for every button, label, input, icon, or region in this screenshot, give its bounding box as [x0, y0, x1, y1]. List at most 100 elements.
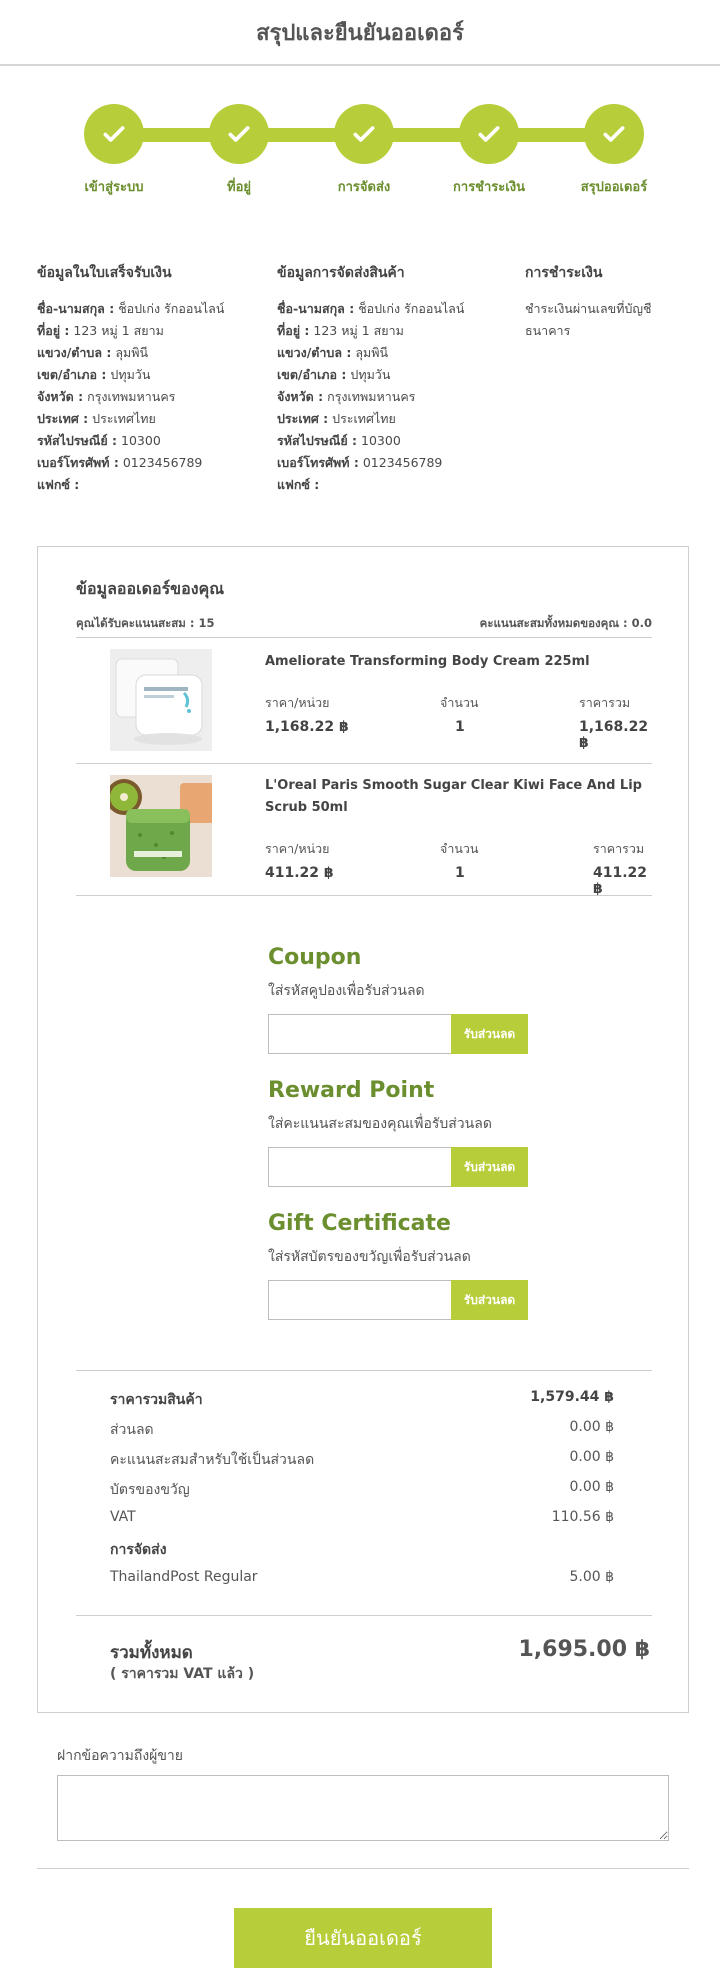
- shipping-heading-row: การจัดส่ง: [110, 1539, 614, 1561]
- vat-label: VAT: [110, 1509, 136, 1525]
- shipping-info: ข้อมูลการจัดส่งสินค้า ชื่อ-นามสกุล : ช็อ…: [277, 262, 517, 496]
- divider: [76, 895, 652, 896]
- vat-row: VAT 110.56 ฿: [110, 1509, 614, 1525]
- points-discount-row: คะแนนสะสมสำหรับใช้เป็นส่วนลด 0.00 ฿: [110, 1449, 614, 1471]
- coupon-section: Coupon ใส่รหัสคูปองเพื่อรับส่วนลด รับส่ว…: [268, 945, 528, 1054]
- check-icon: [228, 126, 250, 142]
- shipping-phone: เบอร์โทรศัพท์ : 0123456789: [277, 455, 443, 470]
- reward-point-title: Reward Point: [268, 1078, 435, 1103]
- shipping-method: ThailandPost Regular: [110, 1569, 258, 1585]
- product-name: Ameliorate Transforming Body Cream 225ml: [265, 654, 590, 669]
- gift-certificate-input[interactable]: [268, 1280, 451, 1320]
- check-icon: [478, 126, 500, 142]
- item-qty: 1: [455, 719, 465, 735]
- billing-address: ที่อยู่ : 123 หมู่ 1 สยาม: [37, 323, 164, 338]
- divider: [37, 1868, 689, 1869]
- item-qty: 1: [455, 865, 465, 881]
- coupon-input[interactable]: [268, 1014, 451, 1054]
- reward-point-input[interactable]: [268, 1147, 451, 1187]
- shipping-postcode: รหัสไปรษณีย์ : 10300: [277, 433, 401, 448]
- order-summary-box: ข้อมูลออเดอร์ของคุณ คุณได้รับคะแนนสะสม :…: [37, 546, 689, 1713]
- payment-info: การชำระเงิน ชำระเงินผ่านเลขที่บัญชีธนาคา…: [525, 262, 685, 342]
- points-discount-label: คะแนนสะสมสำหรับใช้เป็นส่วนลด: [110, 1452, 315, 1468]
- reward-point-form: รับส่วนลด: [268, 1147, 528, 1187]
- total-label: ราคารวม: [579, 695, 631, 710]
- shipping-country: ประเทศ : ประเทศไทย: [277, 411, 396, 426]
- coupon-apply-button[interactable]: รับส่วนลด: [451, 1014, 528, 1054]
- gift-row: บัตรของขวัญ 0.00 ฿: [110, 1479, 614, 1501]
- order-heading: ข้อมูลออเดอร์ของคุณ: [76, 579, 225, 598]
- step-circle: [334, 104, 394, 164]
- page-title: สรุปและยืนยันออเดอร์: [256, 20, 464, 46]
- seller-message-textarea[interactable]: [57, 1775, 669, 1841]
- price-label: ราคา/หน่วย: [265, 695, 330, 710]
- check-icon: [353, 126, 375, 142]
- grand-total-amount: 1,695.00 ฿: [518, 1637, 650, 1662]
- product-image: [110, 775, 212, 877]
- confirm-order-button[interactable]: ยืนยันออเดอร์: [234, 1908, 492, 1968]
- subtotal-label: ราคารวมสินค้า: [110, 1392, 203, 1408]
- gift-certificate-section: Gift Certificate ใส่รหัสบัตรของขวัญเพื่อ…: [268, 1211, 528, 1320]
- gift-certificate-description: ใส่รหัสบัตรของขวัญเพื่อรับส่วนลด: [268, 1249, 471, 1265]
- step-label: สรุปออเดอร์: [580, 180, 648, 195]
- step-summary: สรุปออเดอร์: [544, 104, 684, 197]
- billing-info: ข้อมูลในใบเสร็จรับเงิน ชื่อ-นามสกุล : ช็…: [37, 262, 277, 496]
- step-circle: [459, 104, 519, 164]
- gift-certificate-apply-button[interactable]: รับส่วนลด: [451, 1280, 528, 1320]
- subtotal-amount: 1,579.44 ฿: [530, 1389, 614, 1405]
- coupon-title: Coupon: [268, 945, 362, 970]
- item-total: 1,168.22 ฿: [579, 719, 649, 751]
- item-price: 411.22 ฿: [265, 865, 334, 881]
- vat-amount: 110.56 ฿: [551, 1509, 614, 1525]
- reward-point-section: Reward Point ใส่คะแนนสะสมของคุณเพื่อรับส…: [268, 1078, 528, 1187]
- billing-district: เขต/อำเภอ : ปทุมวัน: [37, 367, 151, 382]
- step-shipping: การจัดส่ง: [294, 104, 434, 197]
- check-icon: [603, 126, 625, 142]
- product-image: [110, 649, 212, 751]
- points-total: คะแนนสะสมทั้งหมดของคุณ : 0.0: [479, 616, 652, 630]
- discount-label: ส่วนลด: [110, 1422, 154, 1438]
- divider: [76, 1370, 652, 1371]
- kiwi-scrub-jar-image: [110, 775, 212, 877]
- billing-fax: แฟกซ์ :: [37, 477, 80, 492]
- reward-point-description: ใส่คะแนนสะสมของคุณเพื่อรับส่วนลด: [268, 1116, 492, 1132]
- divider: [76, 1615, 652, 1616]
- billing-subdistrict: แขวง/ตำบล : ลุมพินี: [37, 345, 149, 360]
- shipping-heading: ข้อมูลการจัดส่งสินค้า: [277, 265, 405, 281]
- points-row: คุณได้รับคะแนนสะสม : 15 คะแนนสะสมทั้งหมด…: [76, 615, 652, 633]
- product-name: L'Oreal Paris Smooth Sugar Clear Kiwi Fa…: [265, 778, 642, 815]
- shipping-fax: แฟกซ์ :: [277, 477, 320, 492]
- gift-label: บัตรของขวัญ: [110, 1482, 190, 1498]
- body-cream-jar-image: [110, 649, 212, 751]
- total-label: ราคารวม: [593, 841, 645, 856]
- reward-point-apply-button[interactable]: รับส่วนลด: [451, 1147, 528, 1187]
- gift-certificate-title: Gift Certificate: [268, 1211, 451, 1236]
- grand-total-label: รวมทั้งหมด: [110, 1643, 193, 1663]
- gift-amount: 0.00 ฿: [569, 1479, 614, 1495]
- shipping-province: จังหวัด : กรุงเทพมหานคร: [277, 389, 416, 404]
- shipping-subdistrict: แขวง/ตำบล : ลุมพินี: [277, 345, 389, 360]
- shipping-address: ที่อยู่ : 123 หมู่ 1 สยาม: [277, 323, 404, 338]
- billing-postcode: รหัสไปรษณีย์ : 10300: [37, 433, 161, 448]
- step-login: เข้าสู่ระบบ: [44, 104, 184, 197]
- step-label: การจัดส่ง: [337, 180, 391, 195]
- shipping-district: เขต/อำเภอ : ปทุมวัน: [277, 367, 391, 382]
- shipping-summary-heading: การจัดส่ง: [110, 1542, 167, 1558]
- step-circle: [584, 104, 644, 164]
- order-item: L'Oreal Paris Smooth Sugar Clear Kiwi Fa…: [76, 763, 652, 897]
- billing-country: ประเทศ : ประเทศไทย: [37, 411, 156, 426]
- step-circle: [84, 104, 144, 164]
- seller-message-label: ฝากข้อความถึงผู้ขาย: [57, 1748, 183, 1764]
- step-label: เข้าสู่ระบบ: [84, 180, 144, 195]
- item-price: 1,168.22 ฿: [265, 719, 349, 735]
- shipping-name: ชื่อ-นามสกุล : ช็อปเก่ง รักออนไลน์: [277, 301, 465, 316]
- payment-method: ชำระเงินผ่านเลขที่บัญชีธนาคาร: [525, 301, 652, 338]
- shipping-cost: 5.00 ฿: [569, 1569, 614, 1585]
- step-address: ที่อยู่: [169, 104, 309, 197]
- payment-heading: การชำระเงิน: [525, 265, 603, 281]
- price-label: ราคา/หน่วย: [265, 841, 330, 856]
- step-label: ที่อยู่: [227, 180, 251, 195]
- shipping-method-row: ThailandPost Regular 5.00 ฿: [110, 1569, 614, 1585]
- check-icon: [103, 126, 125, 142]
- qty-label: จำนวน: [440, 695, 479, 710]
